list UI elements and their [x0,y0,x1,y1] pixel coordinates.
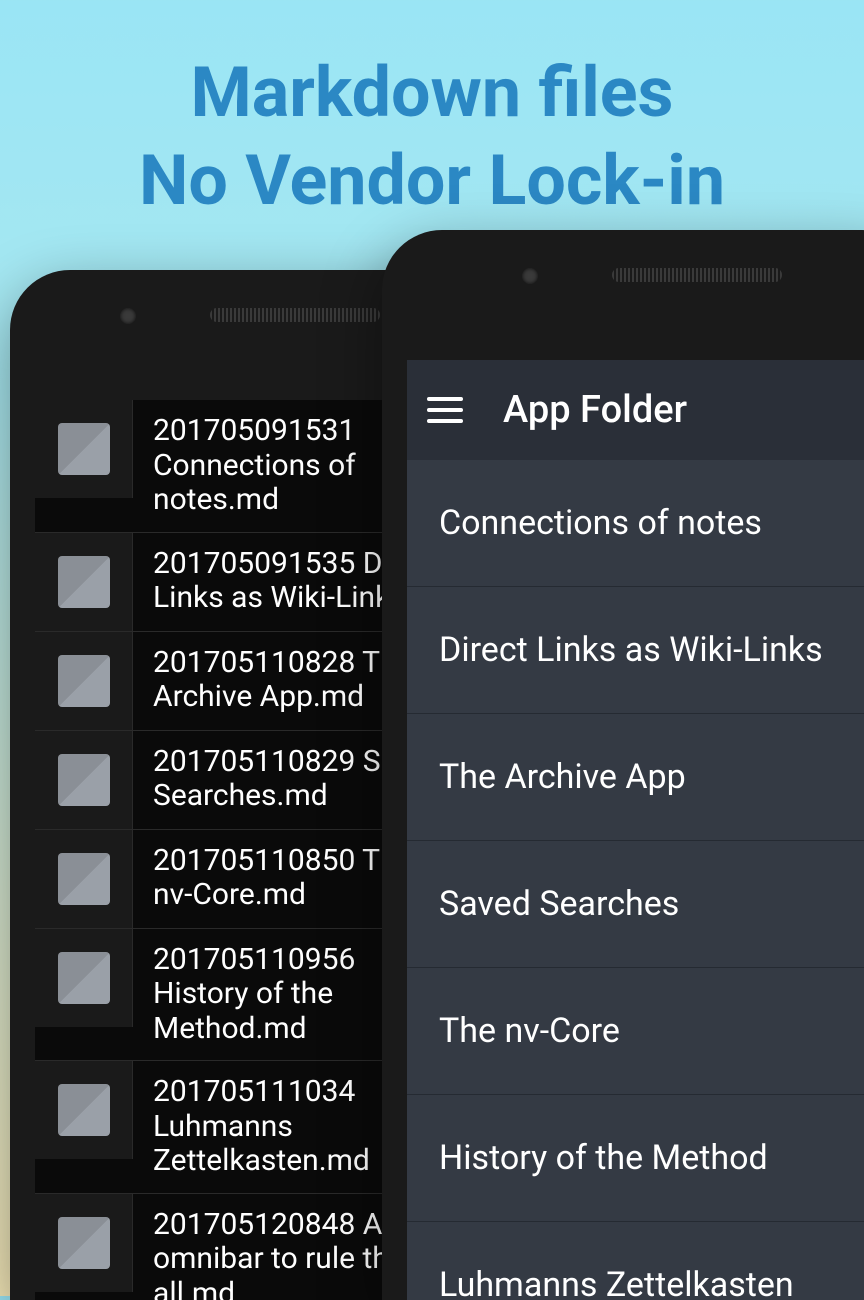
app-screen: App Folder Connections of notes Direct L… [407,360,864,1300]
phone-camera-icon [120,308,136,324]
note-title: The nv-Core [439,1011,620,1051]
phone-speaker-icon [612,268,782,282]
phone-speaker-icon [210,308,380,322]
file-icon [58,952,110,1004]
app-header: App Folder [407,360,864,460]
note-list-item[interactable]: Luhmanns Zettelkasten [407,1222,864,1300]
headline-line-2: No Vendor Lock-in [0,138,864,226]
headline-line-1: Markdown files [0,50,864,138]
note-title: Luhmanns Zettelkasten [439,1265,794,1300]
note-list-item[interactable]: The Archive App [407,714,864,841]
file-icon [58,754,110,806]
note-title: History of the Method [439,1138,768,1178]
note-list-item[interactable]: Saved Searches [407,841,864,968]
phone-mockup-front: App Folder Connections of notes Direct L… [382,230,864,1300]
hamburger-menu-icon[interactable] [427,397,463,423]
note-title: Direct Links as Wiki-Links [439,630,823,670]
note-list-item[interactable]: Direct Links as Wiki-Links [407,587,864,714]
app-title: App Folder [503,388,687,432]
promo-headline: Markdown files No Vendor Lock-in [0,0,864,225]
note-title: Connections of notes [439,503,762,543]
file-icon [58,423,110,475]
note-list-item[interactable]: Connections of notes [407,460,864,587]
file-icon [58,556,110,608]
note-title: The Archive App [439,757,686,797]
file-icon [58,1084,110,1136]
note-title: Saved Searches [439,884,679,924]
note-list-item[interactable]: History of the Method [407,1095,864,1222]
file-icon [58,655,110,707]
phone-camera-icon [522,268,538,284]
file-icon [58,1217,110,1269]
file-icon [58,853,110,905]
note-list-item[interactable]: The nv-Core [407,968,864,1095]
